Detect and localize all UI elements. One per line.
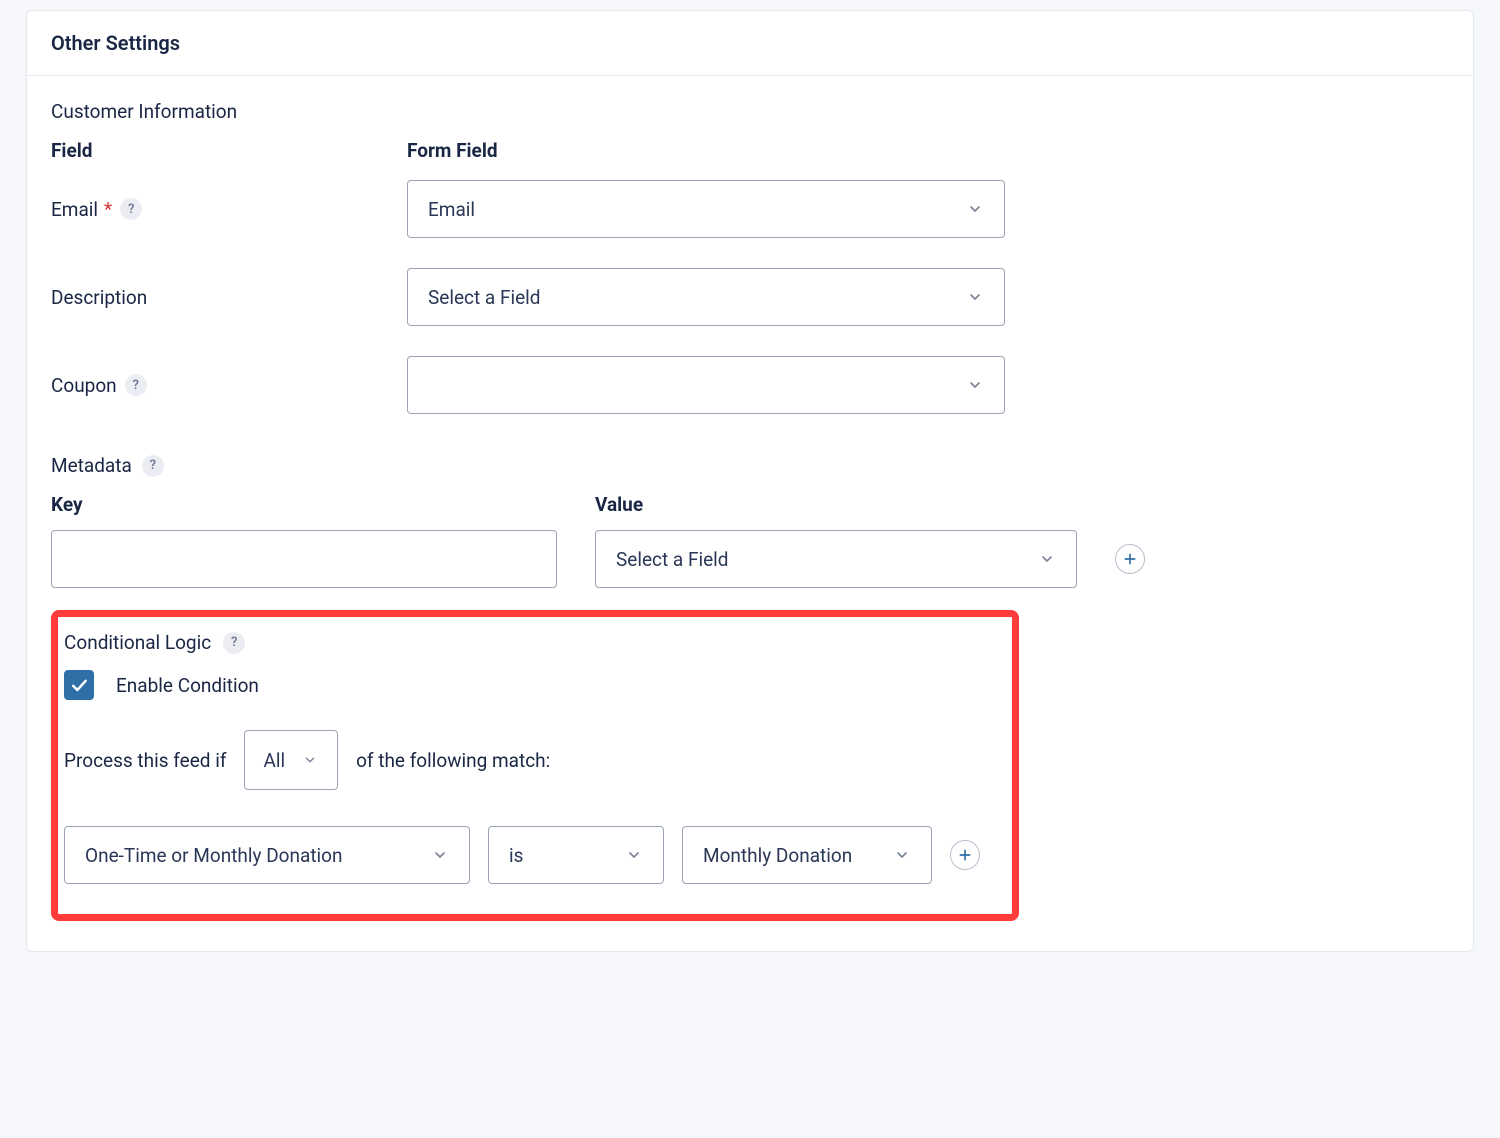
chevron-down-icon (1038, 550, 1056, 568)
conditional-logic-heading-text: Conditional Logic (64, 631, 211, 654)
customer-information-heading: Customer Information (51, 100, 1449, 123)
condition-operator-select[interactable]: is (488, 826, 664, 884)
process-line: Process this feed if All of the followin… (64, 730, 1002, 790)
coupon-label-text: Coupon (51, 374, 117, 397)
panel-body: Customer Information Field Form Field Em… (27, 76, 1473, 951)
metadata-value-selected: Select a Field (616, 548, 1038, 571)
process-suffix-text: of the following match: (356, 749, 550, 772)
process-prefix-text: Process this feed if (64, 749, 226, 772)
panel-title: Other Settings (27, 11, 1473, 76)
chevron-down-icon (966, 288, 984, 306)
value-header: Value (595, 493, 643, 516)
chevron-down-icon (966, 200, 984, 218)
condition-field-select[interactable]: One-Time or Monthly Donation (64, 826, 470, 884)
email-row: Email * ? Email (51, 180, 1449, 238)
conditional-logic-highlight: Conditional Logic ? Enable Condition Pro… (51, 610, 1019, 921)
description-row: Description Select a Field (51, 268, 1449, 326)
email-form-field-select[interactable]: Email (407, 180, 1005, 238)
chevron-down-icon (893, 846, 911, 864)
condition-operator-value: is (509, 844, 625, 867)
email-form-field-value: Email (428, 198, 966, 221)
key-header: Key (51, 493, 595, 516)
condition-value-select[interactable]: Monthly Donation (682, 826, 932, 884)
condition-value-text: Monthly Donation (703, 844, 893, 867)
chevron-down-icon (625, 846, 643, 864)
help-icon[interactable]: ? (142, 455, 164, 477)
enable-condition-label: Enable Condition (116, 674, 259, 697)
metadata-row: Select a Field (51, 530, 1449, 588)
metadata-heading: Metadata ? (51, 454, 1449, 477)
help-icon[interactable]: ? (120, 198, 142, 220)
metadata-heading-text: Metadata (51, 454, 132, 477)
coupon-form-field-select[interactable] (407, 356, 1005, 414)
match-mode-select[interactable]: All (244, 730, 338, 790)
chevron-down-icon (431, 846, 449, 864)
metadata-key-input[interactable] (51, 530, 557, 588)
email-label-text: Email (51, 198, 98, 221)
field-column-headers: Field Form Field (51, 139, 1449, 162)
field-header: Field (51, 139, 407, 162)
chevron-down-icon (301, 751, 319, 769)
match-mode-value: All (263, 749, 285, 772)
help-icon[interactable]: ? (223, 632, 245, 654)
help-icon[interactable]: ? (125, 374, 147, 396)
description-form-field-select[interactable]: Select a Field (407, 268, 1005, 326)
add-metadata-button[interactable] (1115, 544, 1145, 574)
metadata-column-headers: Key Value (51, 493, 1449, 516)
conditional-logic-heading: Conditional Logic ? (64, 631, 1002, 654)
add-condition-button[interactable] (950, 840, 980, 870)
enable-condition-checkbox[interactable] (64, 670, 94, 700)
required-indicator: * (104, 198, 112, 221)
coupon-row: Coupon ? (51, 356, 1449, 414)
condition-rule-row: One-Time or Monthly Donation is Monthly … (64, 826, 1002, 884)
metadata-value-select[interactable]: Select a Field (595, 530, 1077, 588)
coupon-label: Coupon ? (51, 374, 407, 397)
enable-condition-row: Enable Condition (64, 670, 1002, 700)
condition-field-value: One-Time or Monthly Donation (85, 844, 431, 867)
other-settings-panel: Other Settings Customer Information Fiel… (26, 10, 1474, 952)
form-field-header: Form Field (407, 139, 498, 162)
description-label: Description (51, 286, 407, 309)
description-label-text: Description (51, 286, 147, 309)
email-label: Email * ? (51, 198, 407, 221)
description-form-field-value: Select a Field (428, 286, 966, 309)
chevron-down-icon (966, 376, 984, 394)
